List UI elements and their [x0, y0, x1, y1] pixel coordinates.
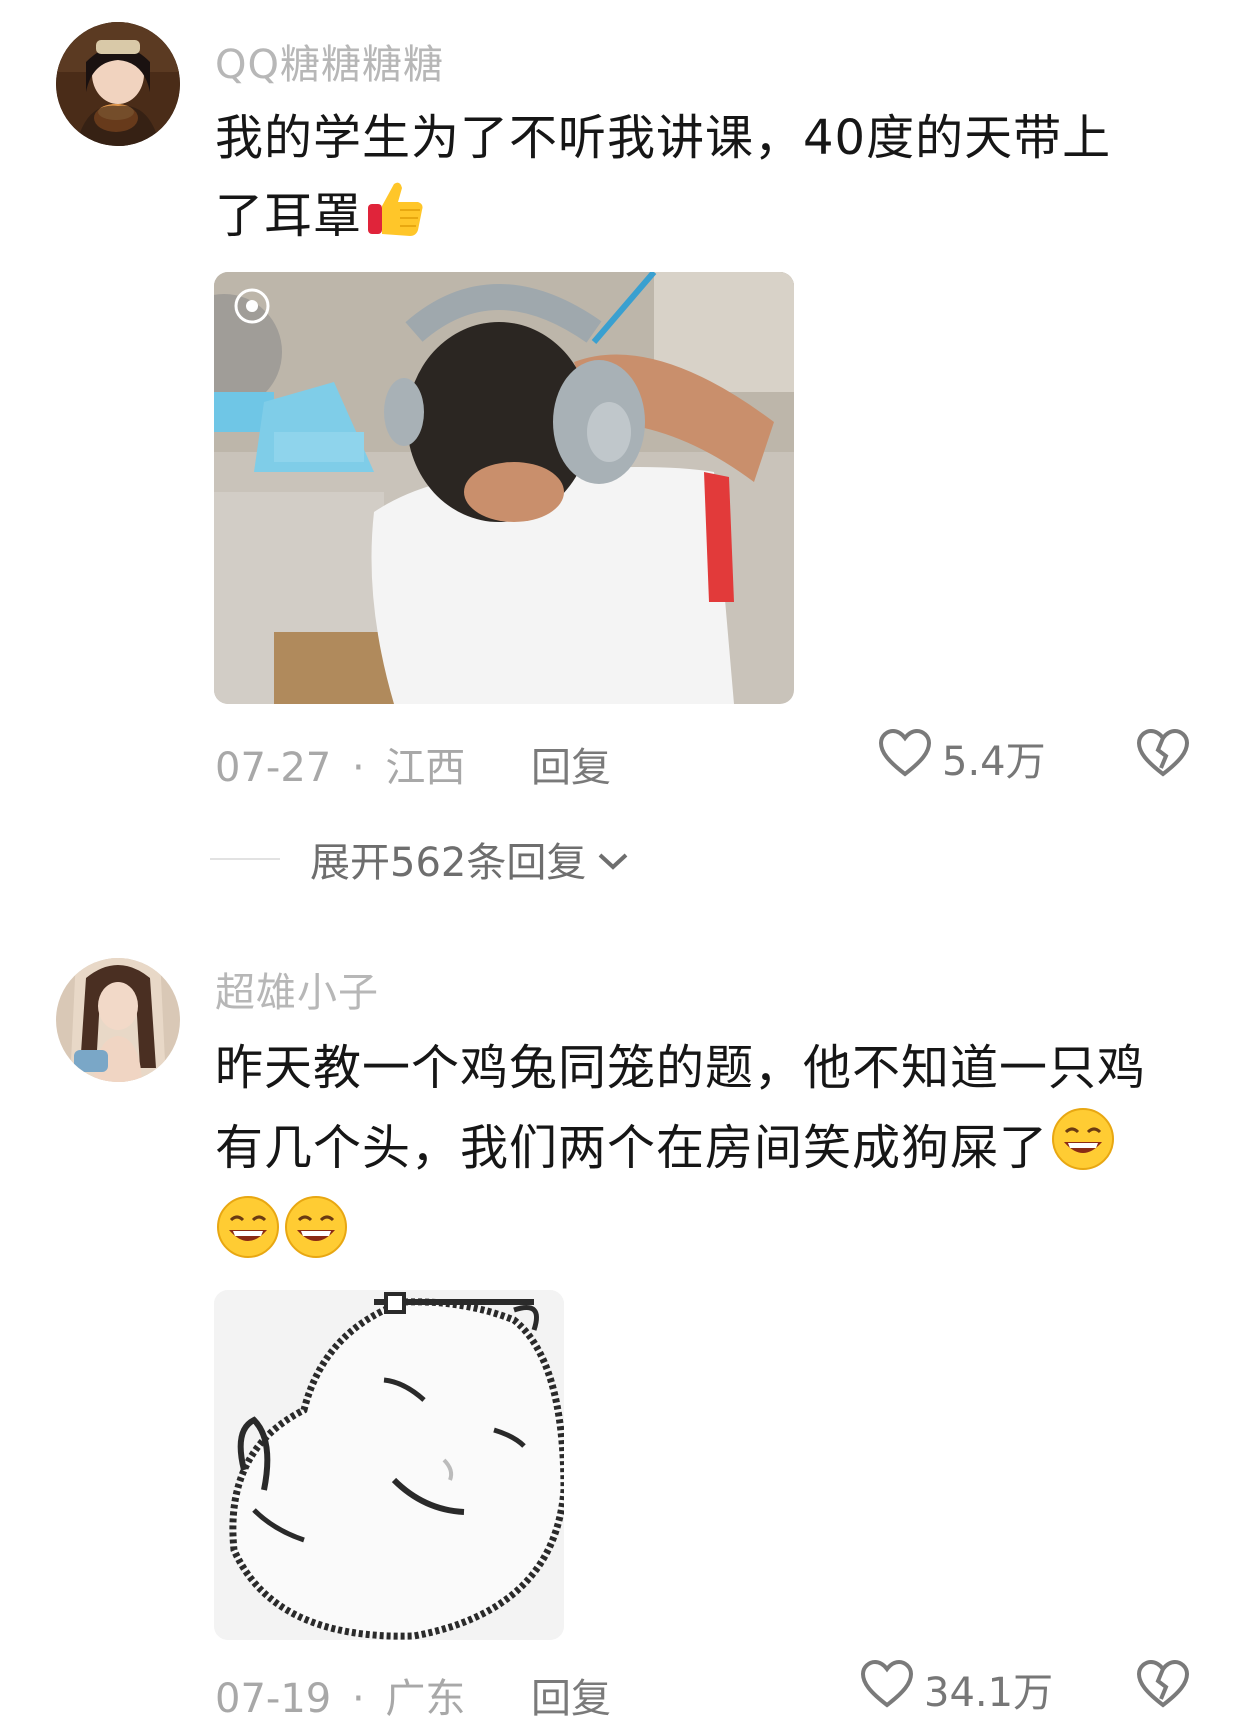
thumbs-up-icon — [364, 176, 428, 262]
username[interactable]: 超雄小子 — [215, 960, 379, 1018]
comment-text-line: 我的学生为了不听我讲课，40度的天带上 — [215, 110, 1112, 166]
divider-line — [210, 858, 280, 860]
comment-location: 广东 — [385, 1676, 466, 1722]
like-button[interactable]: 5.4万 — [878, 728, 1046, 788]
reply-button[interactable]: 回复 — [531, 735, 611, 793]
comment-image[interactable] — [214, 1290, 564, 1640]
comment-meta: 07-19 · 广东 — [215, 1666, 465, 1724]
username[interactable]: QQ糖糖糖糖 — [215, 32, 444, 90]
like-count: 5.4万 — [942, 739, 1046, 785]
like-button[interactable]: 34.1万 — [860, 1659, 1053, 1719]
grinning-face-icon — [1050, 1106, 1116, 1194]
chevron-down-icon — [596, 836, 630, 882]
reply-button[interactable]: 回复 — [531, 1666, 611, 1724]
broken-heart-icon — [1136, 728, 1190, 782]
meta-separator: · — [351, 745, 365, 791]
avatar[interactable] — [56, 22, 180, 146]
comment-text-line: 昨天教一个鸡兔同笼的题，他不知道一只鸡 — [215, 1040, 1147, 1096]
comment-text: 昨天教一个鸡兔同笼的题，他不知道一只鸡 有几个头，我们两个在房间笑成狗屎了 — [215, 1030, 1215, 1282]
comment-date: 07-19 — [215, 1676, 332, 1722]
comment-meta: 07-27 · 江西 — [215, 735, 465, 793]
meta-separator: · — [351, 1676, 365, 1722]
comment-location: 江西 — [385, 745, 466, 791]
heart-icon — [878, 728, 932, 788]
dislike-button[interactable] — [1136, 1659, 1190, 1713]
grinning-face-icon — [215, 1194, 281, 1282]
dislike-button[interactable] — [1136, 728, 1190, 782]
comment-text-line: 了耳罩 — [215, 176, 1215, 262]
expand-replies-button[interactable]: 展开562条回复 — [210, 830, 630, 888]
heart-icon — [860, 1659, 914, 1719]
comment-emoji-line — [215, 1194, 1215, 1282]
comment-date: 07-27 — [215, 745, 332, 791]
expand-replies-label: 展开562条回复 — [310, 840, 587, 886]
like-count: 34.1万 — [924, 1670, 1054, 1716]
avatar[interactable] — [56, 958, 180, 1082]
grinning-face-icon — [283, 1194, 349, 1282]
comment-text-line: 有几个头，我们两个在房间笑成狗屎了 — [215, 1106, 1215, 1194]
comment-text: 我的学生为了不听我讲课，40度的天带上 了耳罩 — [215, 100, 1215, 262]
broken-heart-icon — [1136, 1659, 1190, 1713]
comment-image[interactable] — [214, 272, 794, 704]
